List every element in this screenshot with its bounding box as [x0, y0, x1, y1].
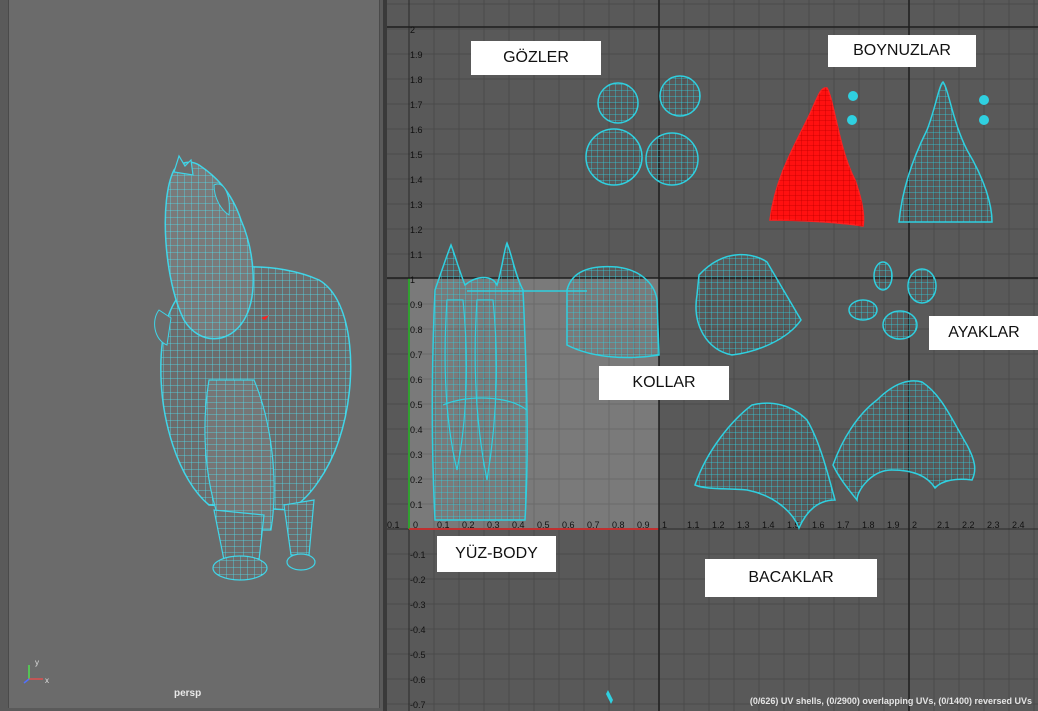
v-tick-label: 1.8 — [410, 75, 423, 85]
uv-editor-canvas[interactable]: 0.1 0 0.1 0.2 0.3 0.4 0.5 0.6 0.7 0.8 0.9 1 1.1 1.2 1.… — [387, 0, 1038, 711]
u-tick-label: 2 — [912, 520, 917, 530]
u-tick-label: 0.1 — [437, 520, 450, 530]
uv-editor-viewport[interactable]: 0.1 0 0.1 0.2 0.3 0.4 0.5 0.6 0.7 0.8 0.9 1 1.1 1.2 1.… — [387, 0, 1038, 711]
u-tick-label: 2.4 — [1012, 520, 1025, 530]
v-tick-label: 0.9 — [410, 300, 423, 310]
v-tick-label: 0.8 — [410, 325, 423, 335]
label-face-body: YÜZ-BODY — [437, 536, 556, 572]
perspective-viewport-canvas[interactable]: y x — [8, 0, 380, 708]
v-tick-label: 1.9 — [410, 50, 423, 60]
u-tick-label: 0.5 — [537, 520, 550, 530]
v-tick-label: 0.3 — [410, 450, 423, 460]
uv-status-readout: (0/626) UV shells, (0/2900) overlapping … — [749, 696, 1032, 706]
v-tick-label: 0.1 — [410, 500, 423, 510]
v-tick-label: -0.2 — [410, 575, 426, 585]
v-tick-label: -0.7 — [410, 700, 426, 710]
v-tick-label: 1.7 — [410, 100, 423, 110]
uv-shells-eyes[interactable] — [585, 75, 701, 186]
u-tick-label: 0.8 — [612, 520, 625, 530]
u-tick-label: 0.6 — [562, 520, 575, 530]
camera-label: persp — [174, 688, 202, 699]
v-tick-label: 1 — [410, 275, 415, 285]
label-horns: BOYNUZLAR — [828, 35, 976, 67]
u-tick-label: 1.4 — [762, 520, 775, 530]
u-tick-label: 0.7 — [587, 520, 600, 530]
u-tick-label: 1.6 — [812, 520, 825, 530]
u-tick-label: 1.8 — [862, 520, 875, 530]
label-legs: BACAKLAR — [705, 559, 877, 597]
v-tick-label: 0.7 — [410, 350, 423, 360]
v-tick-label: -0.6 — [410, 675, 426, 685]
v-tick-label: -0.4 — [410, 625, 426, 635]
uv-shells-face-body[interactable] — [431, 241, 528, 521]
u-tick-label: 1.9 — [887, 520, 900, 530]
v-tick-label: 1.4 — [410, 175, 423, 185]
label-eyes: GÖZLER — [471, 41, 601, 75]
axis-label-x: x — [45, 676, 49, 685]
v-tick-label: 0.6 — [410, 375, 423, 385]
u-tick-label: 0.2 — [462, 520, 475, 530]
u-tick-label: 1.7 — [837, 520, 850, 530]
u-tick-label: 1 — [662, 520, 667, 530]
v-tick-label: 2 — [410, 25, 415, 35]
uv-shells-feet[interactable] — [695, 253, 937, 356]
u-tick-label: 2.2 — [962, 520, 975, 530]
label-feet: AYAKLAR — [929, 316, 1038, 350]
axis-label-y: y — [35, 658, 39, 667]
u-tick-label: 0 — [413, 520, 418, 530]
v-tick-label: 1.2 — [410, 225, 423, 235]
v-tick-label: -0.5 — [410, 650, 426, 660]
label-arms: KOLLAR — [599, 366, 729, 400]
horn-shell — [898, 80, 993, 223]
v-tick-label: -0.1 — [410, 550, 426, 560]
v-tick-label: 0.5 — [410, 400, 423, 410]
u-tick-label: 1.2 — [712, 520, 725, 530]
u-tick-label: 1.3 — [737, 520, 750, 530]
v-tick-label: 1.5 — [410, 150, 423, 160]
cow-model-wireframe[interactable] — [9, 0, 379, 708]
v-tick-label: 1.1 — [410, 250, 423, 260]
axis-gizmo: y x — [23, 658, 49, 685]
u-tick-label: 2.1 — [937, 520, 950, 530]
v-tick-label: 1.3 — [410, 200, 423, 210]
u-tick-label: 0.3 — [487, 520, 500, 530]
v-tick-label: -0.3 — [410, 600, 426, 610]
u-tick-label: 1.1 — [687, 520, 700, 530]
u-tick-label: 0.1 — [387, 520, 400, 530]
u-tick-label: 2.3 — [987, 520, 1000, 530]
v-tick-label: 0.4 — [410, 425, 423, 435]
perspective-viewport[interactable]: y x persp — [0, 0, 383, 711]
v-tick-label: 1.6 — [410, 125, 423, 135]
u-tick-label: 0.9 — [637, 520, 650, 530]
v-tick-label: 0.2 — [410, 475, 423, 485]
u-tick-label: 0.4 — [512, 520, 525, 530]
